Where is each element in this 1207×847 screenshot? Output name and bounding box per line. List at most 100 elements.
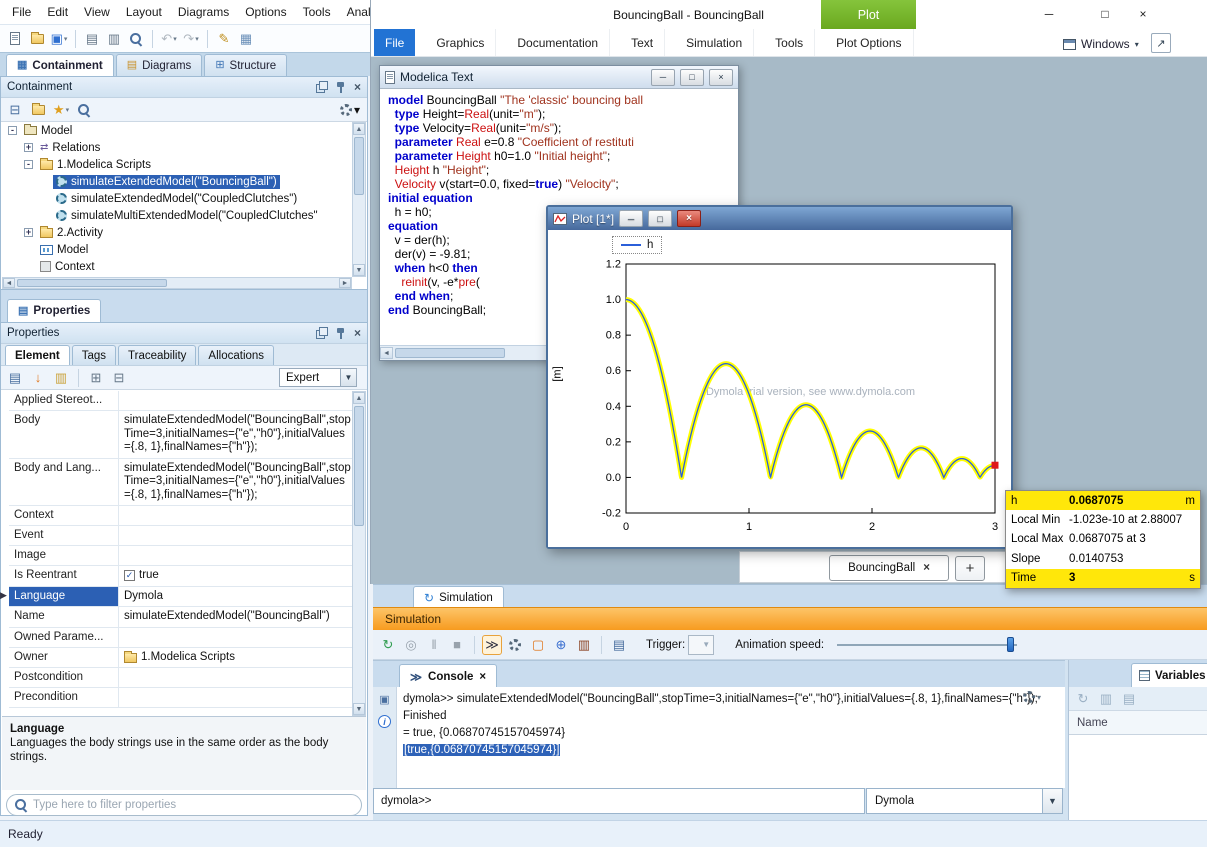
favorites-icon[interactable]: ★▾ [51,100,71,120]
slider-handle[interactable] [1007,637,1014,652]
ribbon-tab-documentation[interactable]: Documentation [506,29,610,56]
tree-node[interactable]: -Model [2,122,352,139]
tab-properties[interactable]: ▤ Properties [7,299,101,322]
export-icon[interactable]: ▤ [1119,689,1139,709]
menu-file[interactable]: File [4,0,39,24]
windows-menu[interactable]: Windows ▾ [1063,33,1139,55]
tab-console[interactable]: ≫ Console × [399,664,497,688]
property-value[interactable] [119,546,353,565]
tab-diagrams[interactable]: ▤Diagrams [116,54,203,76]
tree-node[interactable]: Context [2,258,352,275]
tab-traceability[interactable]: Traceability [118,345,196,365]
collapse-all-icon[interactable]: ⊟ [5,100,25,120]
property-row-precondition[interactable]: Precondition [9,688,353,708]
property-row-image[interactable]: Image [9,546,353,566]
description-icon[interactable]: ▥ [51,368,71,388]
close-tab-icon[interactable]: × [923,562,930,574]
export-icon[interactable]: ▥ [574,635,594,655]
trigger-select[interactable]: ▼ [688,635,714,655]
engine-select[interactable]: Dymola ▼ [866,788,1063,814]
ribbon-tab-plot-options[interactable]: Plot Options [825,29,913,56]
console-output[interactable]: dymola>> simulateExtendedModel("Bouncing… [397,687,1065,788]
float-panel-icon[interactable] [316,81,328,93]
save-icon[interactable]: ▣▾ [49,29,69,49]
property-row-body-and-lang[interactable]: Body and Lang...simulateExtendedModel("B… [9,459,353,507]
maximize-icon[interactable]: □ [680,69,704,86]
containment-panel-header[interactable]: Containment × [1,77,367,98]
expander-icon[interactable]: - [24,160,33,169]
menu-edit[interactable]: Edit [39,0,76,24]
plot-legend[interactable]: h [612,236,662,254]
open-icon[interactable] [27,29,47,49]
ribbon-tab-file[interactable]: File [374,29,415,56]
tab-simulation[interactable]: ↻ Simulation [413,586,504,608]
tree-node[interactable]: simulateExtendedModel("BouncingBall") [2,173,352,190]
target-icon[interactable]: ◎ [401,635,421,655]
property-row-body[interactable]: BodysimulateExtendedModel("BouncingBall"… [9,411,353,459]
animation-speed-slider[interactable] [837,635,1017,655]
scroll-left-icon[interactable]: ◄ [3,278,15,288]
pin-output-icon[interactable]: ▣ [377,692,393,708]
property-value[interactable] [119,391,353,410]
close-tab-icon[interactable]: × [479,671,486,683]
console-selected-text[interactable]: [true,{0.06870745157045974}] [403,744,560,756]
scroll-up-icon[interactable]: ▲ [353,392,365,404]
ribbon-tab-simulation[interactable]: Simulation [675,29,754,56]
tab-allocations[interactable]: Allocations [198,345,274,365]
popout-icon[interactable]: ↗ [1151,33,1171,53]
property-row-name[interactable]: NamesimulateExtendedModel("BouncingBall"… [9,607,353,628]
open-diagram-icon[interactable] [28,100,48,120]
categorized-view-icon[interactable]: ▤ [5,368,25,388]
close-icon[interactable]: × [1129,3,1157,24]
component-icon[interactable]: ▦ [236,29,256,49]
ui-frame-icon[interactable]: ▢ [528,635,548,655]
property-row-language[interactable]: ▶LanguageDymola [9,587,353,608]
pin-panel-icon[interactable] [335,327,347,340]
scroll-up-icon[interactable]: ▲ [353,123,365,135]
annotation-icon[interactable]: ✎ [214,29,234,49]
ribbon-tab-graphics[interactable]: Graphics [425,29,496,56]
property-value[interactable] [119,628,353,647]
expand-all-icon[interactable]: ⊞ [86,368,106,388]
mode-select[interactable]: Expert▼ [279,368,357,387]
tab-bouncingball[interactable]: BouncingBall × [829,555,949,581]
tree-node[interactable]: simulateMultiExtendedModel("CoupledClutc… [2,207,352,224]
pin-panel-icon[interactable] [335,81,347,94]
dymola-plot-mode-tab[interactable]: Plot [821,0,916,29]
expander-icon[interactable]: + [24,228,33,237]
new-file-icon[interactable] [5,29,25,49]
property-value[interactable] [119,668,353,687]
stop-icon[interactable]: ■ [447,635,467,655]
tree-node[interactable]: -1.Modelica Scripts [2,156,352,173]
columns-icon[interactable]: ▥ [1096,689,1116,709]
gear-icon[interactable] [505,635,525,655]
float-panel-icon[interactable] [316,327,328,339]
trigger-icon[interactable]: ▤ [609,635,629,655]
ribbon-tab-tools[interactable]: Tools [764,29,815,56]
step-over-icon[interactable]: ≫ [482,635,502,655]
info-icon[interactable]: i [378,715,391,728]
close-icon[interactable]: × [677,210,701,227]
property-value[interactable]: 1.Modelica Scripts [119,648,353,668]
dymola-titlebar[interactable]: BouncingBall - BouncingBall Plot ─ □ × [371,0,1207,29]
tree-node[interactable]: +2.Activity [2,224,352,241]
chevron-down-icon[interactable]: ▼ [340,369,356,386]
property-value[interactable]: Dymola [119,587,353,607]
tree-node[interactable]: Model [2,241,352,258]
tab-element[interactable]: Element [5,345,70,365]
property-value[interactable]: ✓true [119,566,353,586]
maximize-icon[interactable]: □ [1091,3,1119,24]
scroll-thumb[interactable] [17,279,167,287]
close-icon[interactable]: × [709,69,733,86]
property-row-applied-stereot[interactable]: Applied Stereot... [9,391,353,411]
tree-vscrollbar[interactable]: ▲ ▼ [352,122,366,277]
property-row-owner[interactable]: Owner1.Modelica Scripts [9,648,353,669]
scroll-left-icon[interactable]: ◄ [380,347,393,359]
tree-node[interactable]: simulateExtendedModel("CoupledClutches") [2,190,352,207]
console-command-input[interactable] [374,795,864,807]
scroll-right-icon[interactable]: ► [339,278,351,288]
property-value[interactable] [119,526,353,545]
collapse-all-icon[interactable]: ⊟ [109,368,129,388]
chevron-down-icon[interactable]: ▼ [1042,789,1062,813]
scroll-down-icon[interactable]: ▼ [353,264,365,276]
